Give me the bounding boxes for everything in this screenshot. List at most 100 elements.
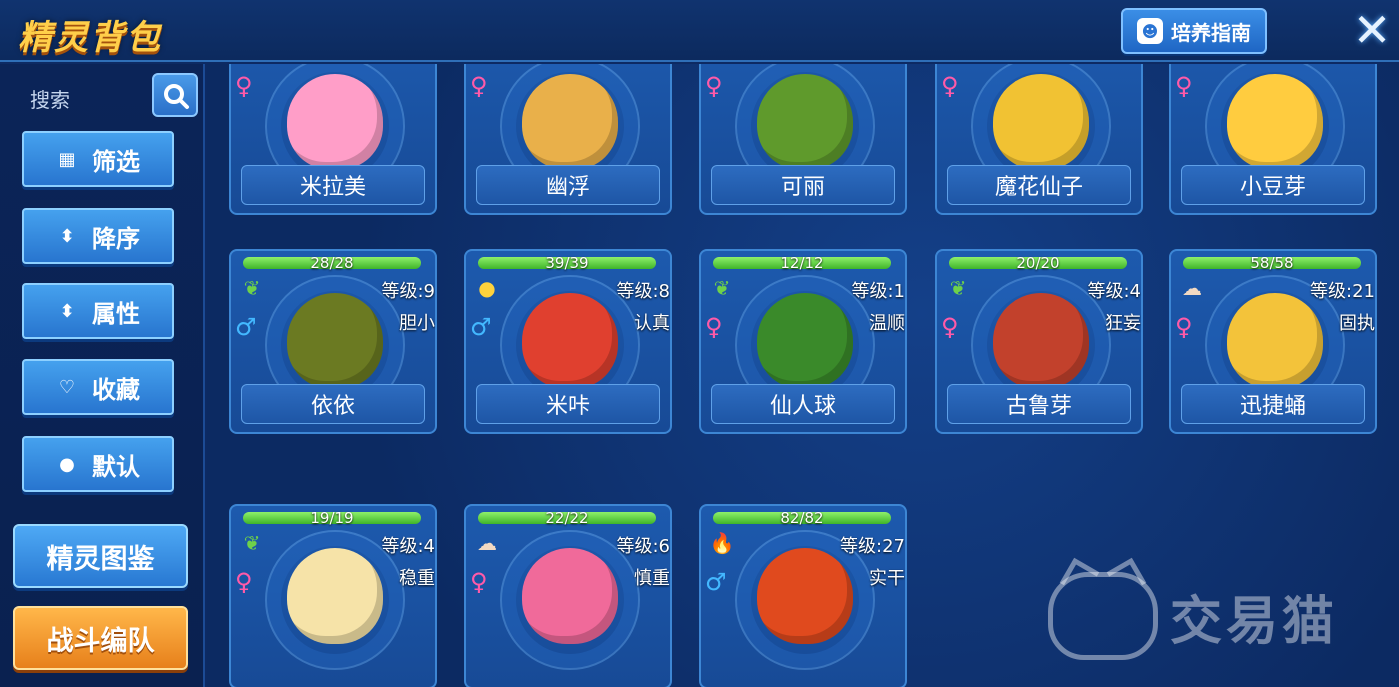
pet-sprite: [757, 74, 853, 170]
pet-level: 等级:1: [851, 281, 905, 302]
pet-level: 等级:9: [381, 281, 435, 302]
pet-card[interactable]: ♀ 可丽: [699, 64, 907, 215]
pet-level: 等级:21: [1310, 281, 1375, 302]
default-label: 默认: [92, 452, 140, 481]
female-icon: ♀: [941, 313, 959, 341]
pet-card[interactable]: ♀ 魔花仙子: [935, 64, 1143, 215]
pet-level: 等级:27: [840, 536, 905, 557]
grass-attribute-icon: ❦: [243, 276, 261, 300]
pet-card[interactable]: 19/19 ❦ ♀ 等级:4 稳重: [229, 504, 437, 687]
grid-icon: ▦: [58, 148, 76, 170]
male-icon: ♂: [470, 313, 492, 341]
hp-value: 82/82: [780, 509, 824, 527]
heart-icon: ♡: [58, 376, 76, 398]
pet-card[interactable]: 22/22 ☁ ♀ 等级:6 慎重: [464, 504, 672, 687]
pet-card[interactable]: 28/28 ❦ ♂ 等级:9 胆小 依依: [229, 249, 437, 434]
pet-nature: 温顺: [869, 313, 905, 334]
pet-name: 米咔: [476, 384, 660, 424]
watermark-text: 交易猫: [1170, 591, 1339, 652]
pet-card[interactable]: 58/58 ☁ ♀ 等级:21 固执 迅捷蛹: [1169, 249, 1377, 434]
training-guide-button[interactable]: ☻ 培养指南: [1121, 8, 1267, 54]
wind-attribute-icon: ☁: [477, 531, 497, 555]
filter-button[interactable]: ▦ 筛选: [22, 131, 174, 187]
hp-value: 39/39: [545, 254, 589, 272]
pet-sprite: [287, 74, 383, 170]
favorites-label: 收藏: [92, 375, 140, 404]
female-icon: ♀: [705, 72, 723, 100]
favorites-button[interactable]: ♡ 收藏: [22, 359, 174, 415]
filter-label: 筛选: [92, 147, 140, 176]
pet-sprite: [522, 74, 618, 170]
pet-name: 迅捷蛹: [1181, 384, 1365, 424]
default-icon: ●: [59, 453, 75, 475]
page-title: 精灵背包: [18, 18, 162, 58]
pet-nature: 胆小: [399, 313, 435, 334]
grass-attribute-icon: ❦: [243, 531, 261, 555]
sort-label: 降序: [92, 224, 140, 253]
hp-value: 28/28: [310, 254, 354, 272]
watermark: 交易猫: [1048, 568, 1378, 664]
pet-name: 依依: [241, 384, 425, 424]
grass-attribute-icon: ❦: [949, 276, 967, 300]
hp-value: 58/58: [1250, 254, 1294, 272]
pet-sprite: [1227, 74, 1323, 170]
search-button[interactable]: [152, 73, 198, 117]
close-button[interactable]: ✕: [1346, 3, 1398, 57]
fire-attribute-icon: 🔥: [709, 531, 735, 555]
close-icon: ✕: [1352, 3, 1392, 57]
female-icon: ♀: [705, 313, 723, 341]
sort-icon: ⬍: [59, 225, 75, 247]
pet-sprite: [993, 293, 1089, 389]
female-icon: ♀: [1175, 72, 1193, 100]
pet-sprite: [287, 293, 383, 389]
pet-sprite: [522, 293, 618, 389]
training-guide-label: 培养指南: [1171, 20, 1251, 45]
pet-sprite: [757, 293, 853, 389]
guide-icon: ☻: [1137, 18, 1163, 44]
pet-sprite: [522, 548, 618, 644]
female-icon: ♀: [235, 72, 253, 100]
pet-name: 小豆芽: [1181, 165, 1365, 205]
pet-card[interactable]: 39/39 ● ♂ 等级:8 认真 米咔: [464, 249, 672, 434]
battle-team-button[interactable]: 战斗编队: [13, 606, 188, 670]
attribute-button[interactable]: ⬍ 属性: [22, 283, 174, 339]
female-icon: ♀: [470, 568, 488, 596]
pet-sprite: [1227, 293, 1323, 389]
grass-attribute-icon: ❦: [713, 276, 731, 300]
pet-card[interactable]: 82/82 🔥 ♂ 等级:27 实干: [699, 504, 907, 687]
pet-name: 仙人球: [711, 384, 895, 424]
pet-name: 米拉美: [241, 165, 425, 205]
pet-level: 等级:4: [381, 536, 435, 557]
search-input[interactable]: 搜索: [30, 84, 70, 113]
pet-sprite: [287, 548, 383, 644]
hp-value: 12/12: [780, 254, 824, 272]
sort-descending-button[interactable]: ⬍ 降序: [22, 208, 174, 264]
pet-nature: 稳重: [399, 568, 435, 589]
female-icon: ♀: [1175, 313, 1193, 341]
pet-name: 可丽: [711, 165, 895, 205]
pet-card[interactable]: ♀ 幽浮: [464, 64, 672, 215]
pet-level: 等级:8: [616, 281, 670, 302]
pet-card[interactable]: 12/12 ❦ ♀ 等级:1 温顺 仙人球: [699, 249, 907, 434]
female-icon: ♀: [470, 72, 488, 100]
search-icon: [164, 84, 189, 109]
hp-value: 19/19: [310, 509, 354, 527]
pet-card[interactable]: 20/20 ❦ ♀ 等级:4 狂妄 古鲁芽: [935, 249, 1143, 434]
wind-attribute-icon: ☁: [1182, 276, 1202, 300]
pet-card[interactable]: ♀ 小豆芽: [1169, 64, 1377, 215]
pet-card[interactable]: ♀ 米拉美: [229, 64, 437, 215]
electric-attribute-icon: ●: [478, 276, 496, 300]
pet-nature: 认真: [634, 313, 670, 334]
female-icon: ♀: [941, 72, 959, 100]
female-icon: ♀: [235, 568, 253, 596]
pet-sprite: [757, 548, 853, 644]
hp-value: 20/20: [1016, 254, 1060, 272]
default-button[interactable]: ● 默认: [22, 436, 174, 492]
pet-dex-button[interactable]: 精灵图鉴: [13, 524, 188, 588]
pet-nature: 实干: [869, 568, 905, 589]
pet-name: 古鲁芽: [947, 384, 1131, 424]
pet-nature: 狂妄: [1105, 313, 1141, 334]
pet-level: 等级:6: [616, 536, 670, 557]
sidebar: 搜索 ▦ 筛选 ⬍ 降序 ⬍ 属性 ♡ 收藏 ● 默认 精灵图鉴 战斗编队: [0, 64, 205, 687]
pet-nature: 固执: [1339, 313, 1375, 334]
